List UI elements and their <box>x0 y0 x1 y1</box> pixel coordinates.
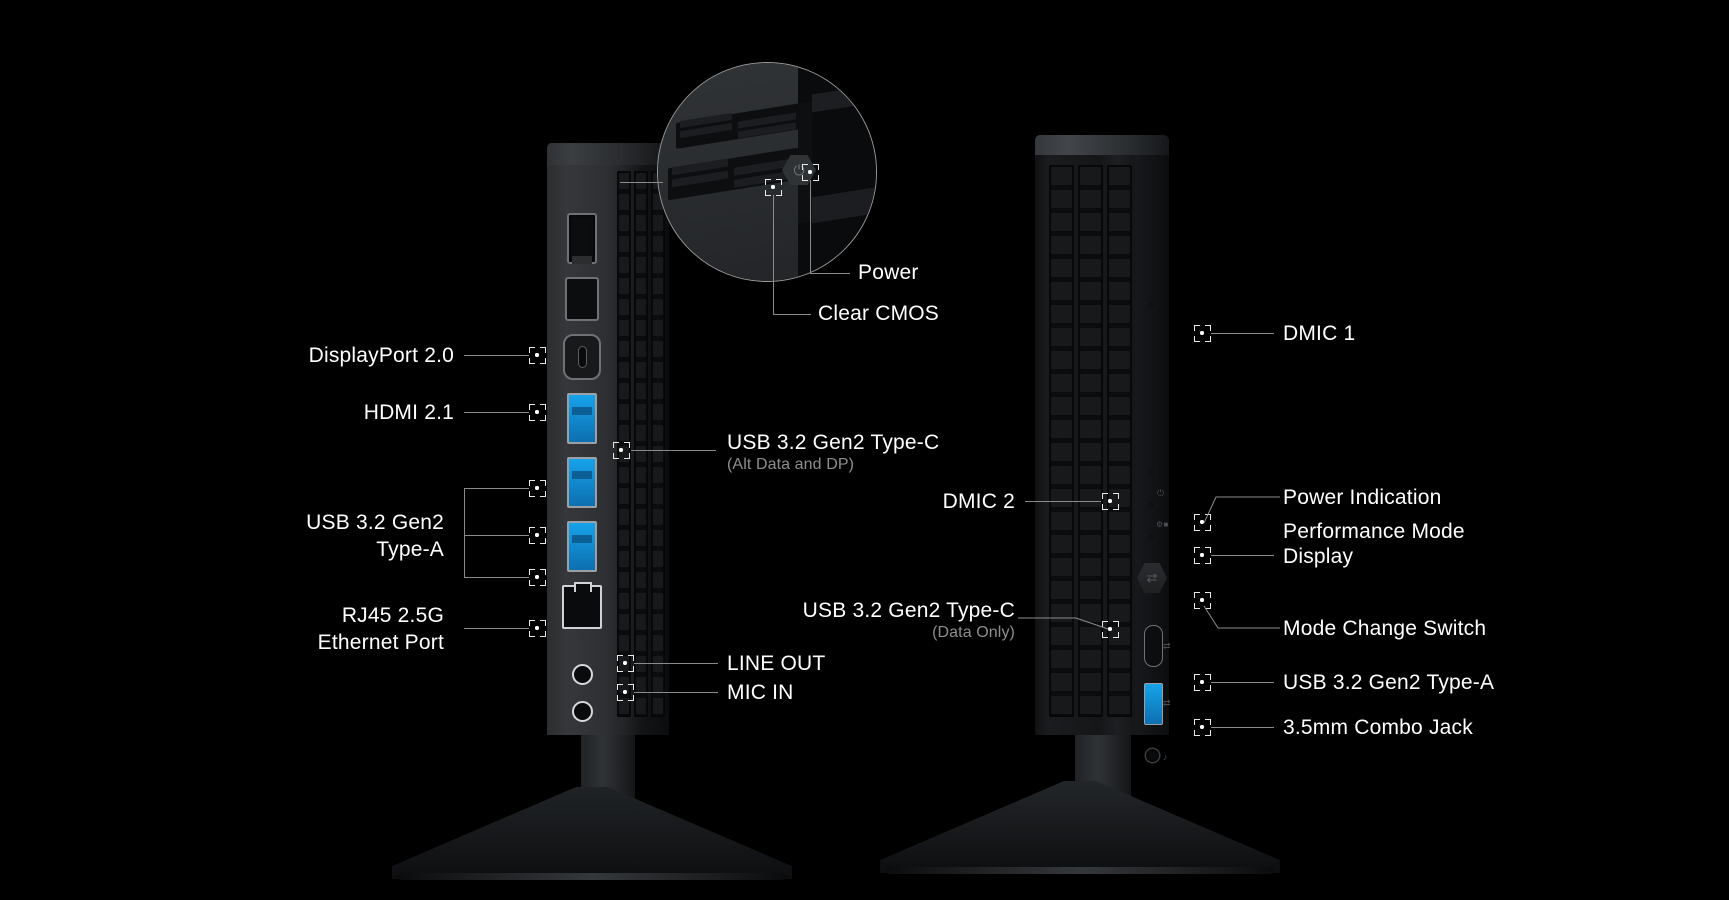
combo-jack-port <box>1146 749 1159 762</box>
usb-a-port-side <box>1144 683 1163 725</box>
label-usb-a-side: USB 3.2 Gen2 Type-A <box>1283 671 1495 694</box>
marker-usb-c-alt <box>612 441 630 459</box>
label-combo-jack: 3.5mm Combo Jack <box>1283 716 1473 739</box>
label-rj45-line1: RJ45 2.5G <box>341 604 444 627</box>
leader-usb-a-bracket <box>464 488 465 577</box>
displayport-port <box>567 213 597 264</box>
marker-line-out <box>616 654 634 672</box>
leader-usb-c-data <box>1018 617 1109 630</box>
line-out-jack <box>571 664 593 685</box>
usb-c-port-data-only <box>1144 625 1163 667</box>
marker-performance-mode <box>1193 546 1211 564</box>
leader-rj45 <box>464 628 529 629</box>
hdmi-port <box>565 277 599 321</box>
leader-performance-mode <box>1211 555 1274 556</box>
label-rj45-line2: Ethernet Port <box>317 631 444 654</box>
label-mic-in: MIC IN <box>727 681 794 704</box>
leader-displayport <box>464 355 529 356</box>
left-tower-stand <box>392 777 792 897</box>
label-line-out: LINE OUT <box>727 652 826 675</box>
label-usb-c-data: USB 3.2 Gen2 Type-C (Data Only) <box>740 598 1015 643</box>
label-performance-mode: Performance Mode Display <box>1283 519 1513 569</box>
marker-combo-jack <box>1193 718 1211 736</box>
power-indication-led <box>1149 503 1153 507</box>
marker-mic-in <box>616 683 634 701</box>
magnifier-content: ⏻ <box>658 63 876 281</box>
leader-combo-jack <box>1211 727 1274 728</box>
label-usb-a-line1: USB 3.2 Gen2 <box>306 511 444 534</box>
marker-clear-cmos <box>764 178 782 196</box>
leader-mic-in <box>634 692 718 693</box>
label-usb-a-group: USB 3.2 Gen2 Type-A <box>154 509 444 563</box>
indicator-dot-1 <box>1149 470 1153 474</box>
marker-usb-a-3 <box>528 568 546 586</box>
leader-power-indication <box>1203 496 1280 524</box>
leader-power-horizontal <box>810 273 850 274</box>
marker-usb-a-2 <box>528 526 546 544</box>
label-usb-c-data-sub: (Data Only) <box>932 624 1015 641</box>
label-dmic-1: DMIC 1 <box>1283 322 1356 345</box>
mic-in-jack <box>571 701 593 722</box>
power-indicator-glyph: ⏻ <box>1157 488 1165 498</box>
mode-change-switch-button[interactable]: ⇄ <box>1137 563 1167 593</box>
leader-usb-c-alt <box>631 450 716 451</box>
magnifier-tether <box>620 182 663 183</box>
marker-rj45 <box>528 619 546 637</box>
dmic-1-pinhole <box>1149 303 1153 307</box>
right-tower-stand <box>880 771 1280 891</box>
leader-dmic-2 <box>1025 501 1101 502</box>
marker-power <box>801 163 819 181</box>
right-tower-body: ⏻ ⚙■ ⇄ ⇄ ⇄ ♪ <box>1035 155 1171 762</box>
leader-hdmi <box>464 412 529 413</box>
marker-usb-a-1 <box>528 479 546 497</box>
label-performance-mode-line1: Performance Mode <box>1283 520 1465 543</box>
leader-mode-change-switch <box>1203 605 1280 629</box>
usb-a-glyph: ⇄ <box>1163 698 1171 708</box>
leader-cmos-horizontal <box>773 314 811 315</box>
leader-cmos-vertical <box>773 195 774 314</box>
top-detail-magnifier: ⏻ <box>657 62 877 282</box>
usb-a-port-2 <box>567 457 597 508</box>
marker-dmic-2 <box>1101 492 1119 510</box>
usb-a-port-1 <box>567 393 597 444</box>
usb-a-port-3 <box>567 521 597 572</box>
leader-usb-a-1 <box>464 488 529 489</box>
label-dmic-2: DMIC 2 <box>942 490 1015 513</box>
magnified-clear-cmos-pinhole <box>775 169 779 173</box>
label-usb-c-alt-main: USB 3.2 Gen2 Type-C <box>727 431 940 454</box>
leader-dmic-1 <box>1211 333 1274 334</box>
leader-power-vertical <box>810 180 811 273</box>
label-power-indication: Power Indication <box>1283 486 1442 509</box>
performance-mode-led <box>1149 535 1153 539</box>
combo-jack-glyph: ♪ <box>1163 752 1168 762</box>
label-usb-c-alt-sub: (Alt Data and DP) <box>727 456 855 473</box>
marker-displayport <box>528 346 546 364</box>
label-rj45: RJ45 2.5G Ethernet Port <box>154 602 444 656</box>
rj45-ethernet-port <box>562 582 602 629</box>
label-mode-change-switch: Mode Change Switch <box>1283 617 1487 640</box>
product-diagram: ⏻ ⚙■ ⇄ ⇄ ⇄ ♪ ⏻ Power Clear CMOS DisplayP… <box>0 0 1729 900</box>
leader-usb-a-side <box>1211 682 1274 683</box>
label-usb-c-alt: USB 3.2 Gen2 Type-C (Alt Data and DP) <box>727 430 1007 475</box>
right-tower-front-face: ⏻ ⚙■ ⇄ ⇄ ⇄ ♪ <box>1135 155 1171 762</box>
usb-c-glyph: ⇄ <box>1163 641 1171 651</box>
left-tower-port-column <box>551 205 613 738</box>
label-clear-cmos: Clear CMOS <box>818 302 940 325</box>
label-hdmi: HDMI 2.1 <box>363 401 454 424</box>
leader-usb-a-3 <box>464 577 529 578</box>
label-power: Power <box>858 261 919 284</box>
label-usb-c-data-main: USB 3.2 Gen2 Type-C <box>802 599 1015 622</box>
label-displayport: DisplayPort 2.0 <box>308 344 454 367</box>
leader-line-out <box>634 663 718 664</box>
label-usb-a-line2: Type-A <box>376 538 444 561</box>
marker-usb-a-side <box>1193 673 1211 691</box>
usb-c-port-alt-mode <box>563 334 601 380</box>
marker-hdmi <box>528 403 546 421</box>
leader-usb-a-2 <box>464 535 529 536</box>
label-performance-mode-line2: Display <box>1283 545 1354 568</box>
marker-dmic-1 <box>1193 324 1211 342</box>
performance-mode-glyph: ⚙■ <box>1156 520 1169 529</box>
